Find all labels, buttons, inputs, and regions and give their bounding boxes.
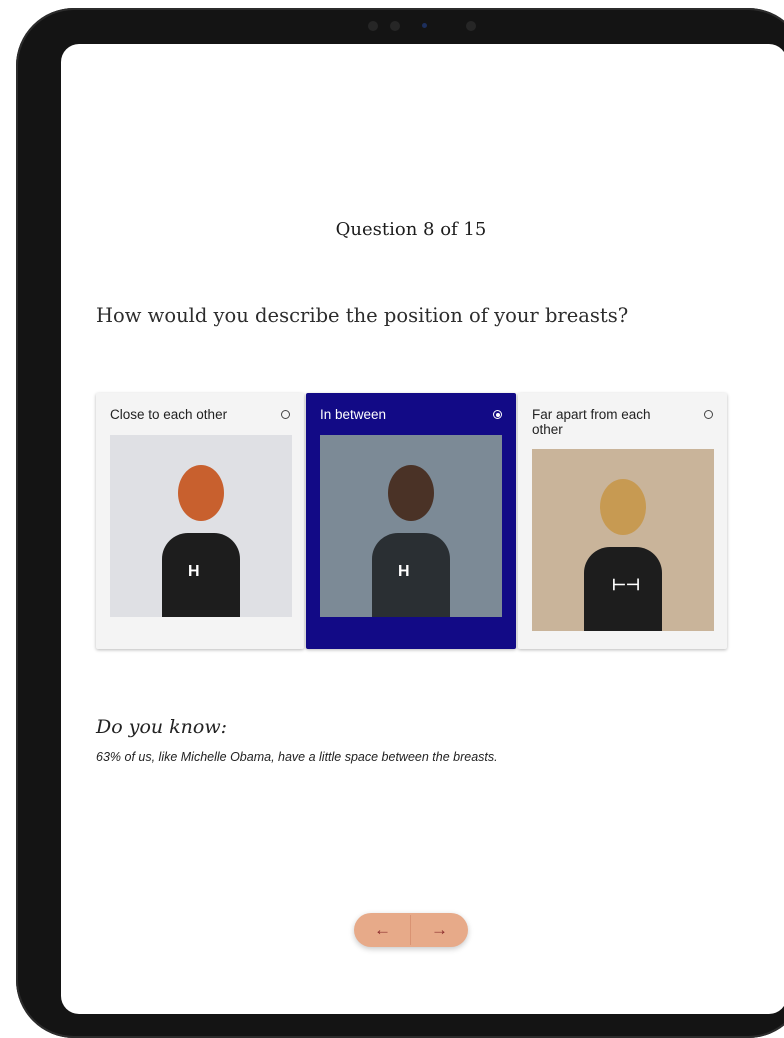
option-image-between: H [320,435,502,617]
option-image-far: ⊢⊣ [532,449,714,631]
option-image-close: H [110,435,292,617]
marker-icon: H [398,563,410,580]
question-text: How would you describe the position of y… [96,304,629,327]
next-button[interactable]: → [411,913,468,947]
arrow-left-icon: ← [374,920,391,939]
marker-icon: ⊢⊣ [612,577,640,594]
info-title: Do you know: [96,716,228,738]
camera-bar [356,16,486,36]
camera-lens [422,23,427,28]
sensor-dot [390,21,400,31]
app-screen: Question 8 of 15 How would you describe … [61,44,784,1014]
answer-options: Close to each other H In between H Far a… [96,393,727,649]
option-card-far[interactable]: Far apart from each other ⊢⊣ [518,393,727,649]
sensor-dot [466,21,476,31]
option-label: Far apart from each other [532,407,651,437]
radio-button[interactable] [281,410,290,419]
figure-body [372,533,450,617]
navigation-pill: ← → [354,913,468,947]
sensor-dot [368,21,378,31]
tablet-frame: Question 8 of 15 How would you describe … [16,8,784,1038]
info-text: 63% of us, like Michelle Obama, have a l… [96,750,498,764]
marker-icon: H [188,563,200,580]
option-card-between[interactable]: In between H [306,393,516,649]
radio-checked-icon [495,412,500,417]
question-progress: Question 8 of 15 [335,219,487,240]
back-button[interactable]: ← [354,913,411,947]
figure-head [600,479,646,535]
option-label: In between [320,407,387,422]
figure-head [178,465,224,521]
option-card-close[interactable]: Close to each other H [96,393,304,649]
radio-button[interactable] [704,410,713,419]
figure-head [388,465,434,521]
radio-button-checked[interactable] [493,410,502,419]
figure-body [162,533,240,617]
option-label: Close to each other [110,407,228,422]
arrow-right-icon: → [431,920,448,939]
